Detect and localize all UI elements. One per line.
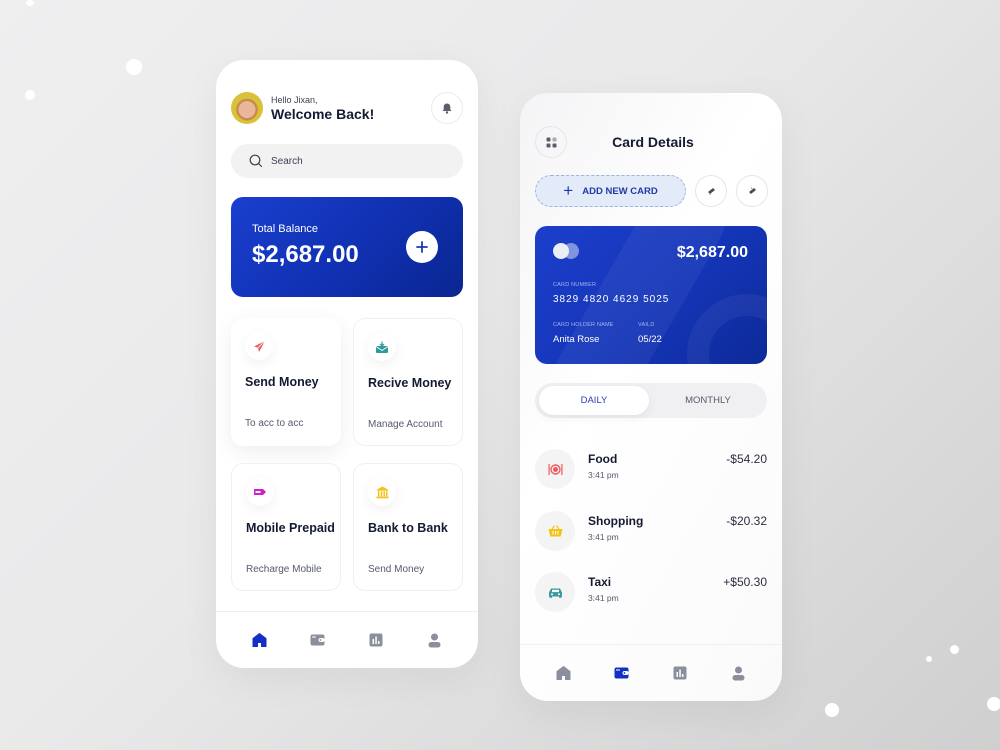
bank-icon (376, 486, 388, 498)
welcome-title: Welcome Back! (271, 106, 375, 122)
card-tag-icon (707, 188, 715, 195)
paper-plane-icon (253, 340, 265, 352)
wallet-icon (310, 634, 325, 646)
transaction-time: 3:41 pm (588, 593, 619, 603)
background-dot (926, 656, 932, 662)
background-dot (25, 90, 35, 100)
total-balance-card: Total Balance $2,687.00 (231, 197, 463, 297)
nav-stats[interactable] (665, 658, 695, 688)
card-details-screen: Card Details + ADD NEW CARD $2,687.00 CA… (520, 93, 782, 701)
food-plate-icon (548, 463, 562, 475)
transaction-row[interactable]: Taxi 3:41 pm +$50.30 (535, 572, 767, 616)
profile-icon (732, 666, 745, 680)
transaction-time: 3:41 pm (588, 532, 619, 542)
tile-title: Bank to Bank (368, 521, 448, 535)
background-dot (126, 59, 142, 75)
transaction-name: Shopping (588, 514, 644, 528)
wallet-icon (614, 667, 629, 679)
mobile-prepaid-tile[interactable]: Mobile Prepaid Recharge Mobile (231, 463, 341, 591)
add-new-card-button[interactable]: + ADD NEW CARD (535, 175, 686, 207)
tab-monthly[interactable]: MONTHLY (653, 386, 763, 415)
background-dot (987, 697, 1000, 711)
card-valid-date: 05/22 (638, 334, 662, 345)
home-icon (556, 666, 571, 680)
nav-profile[interactable] (724, 658, 754, 688)
prepaid-card-icon (254, 489, 266, 495)
background-dot (950, 645, 959, 654)
taxi-car-icon (548, 588, 562, 598)
add-card-label: ADD NEW CARD (582, 185, 658, 197)
card-holder-name: Anita Rose (553, 334, 600, 345)
receive-money-tile[interactable]: Recive Money Manage Account (353, 318, 463, 446)
notifications-button[interactable] (431, 92, 463, 124)
background-dot (26, 0, 34, 6)
transaction-name: Food (588, 452, 618, 466)
transaction-row[interactable]: Shopping 3:41 pm -$20.32 (535, 511, 767, 555)
search-placeholder: Search (271, 155, 303, 167)
tile-subtitle: Recharge Mobile (246, 564, 322, 575)
transaction-amount: -$54.20 (726, 452, 767, 466)
nav-home[interactable] (244, 625, 274, 655)
nav-home[interactable] (548, 658, 578, 688)
bottom-nav (520, 644, 782, 701)
card-option-button[interactable] (695, 175, 727, 207)
card-valid-label: VAILD (638, 322, 655, 328)
plus-icon: + (563, 181, 574, 200)
avatar[interactable] (231, 92, 263, 124)
plus-icon (416, 241, 428, 253)
search-icon (249, 154, 263, 168)
bar-chart-icon (673, 666, 687, 680)
tab-daily[interactable]: DAILY (539, 386, 649, 415)
tile-title: Mobile Prepaid (246, 521, 335, 535)
transaction-amount: +$50.30 (723, 575, 767, 589)
home-screen: Hello Jixan, Welcome Back! Search Total … (216, 60, 478, 668)
nav-wallet[interactable] (607, 658, 637, 688)
card-number: 3829 4820 4629 5025 (553, 294, 670, 305)
bell-icon (442, 103, 452, 114)
profile-icon (428, 633, 441, 647)
tile-subtitle: Manage Account (368, 419, 443, 430)
nav-stats[interactable] (361, 625, 391, 655)
nav-profile[interactable] (420, 625, 450, 655)
bar-chart-icon (369, 633, 383, 647)
card-number-label: CARD NUMBER (553, 282, 597, 288)
nav-wallet[interactable] (303, 625, 333, 655)
credit-card[interactable]: $2,687.00 CARD NUMBER 3829 4820 4629 502… (535, 226, 767, 364)
transaction-row[interactable]: Food 3:41 pm -$54.20 (535, 449, 767, 493)
card-tag-icon (748, 187, 756, 194)
transaction-amount: -$20.32 (726, 514, 767, 528)
card-holder-label: CARD HOLDER NAME (553, 322, 614, 328)
search-input[interactable]: Search (231, 144, 463, 178)
home-icon (252, 633, 267, 647)
card-balance: $2,687.00 (676, 244, 748, 261)
tile-title: Recive Money (368, 376, 452, 390)
page-title: Card Details (612, 134, 694, 150)
period-toggle: DAILY MONTHLY (535, 383, 767, 418)
transaction-time: 3:41 pm (588, 470, 619, 480)
card-brand-icon (553, 243, 581, 259)
receive-envelope-icon (375, 341, 389, 353)
greeting-text: Hello Jixan, (271, 95, 318, 105)
card-option-button[interactable] (736, 175, 768, 207)
background-dot (825, 703, 839, 717)
shopping-basket-icon (548, 525, 562, 537)
transaction-name: Taxi (588, 575, 612, 589)
tile-subtitle: To acc to acc (245, 418, 304, 429)
bank-to-bank-tile[interactable]: Bank to Bank Send Money (353, 463, 463, 591)
balance-label: Total Balance (252, 223, 319, 235)
bottom-nav (216, 611, 478, 668)
tile-subtitle: Send Money (368, 564, 425, 575)
tile-title: Send Money (245, 375, 319, 389)
send-money-tile[interactable]: Send Money To acc to acc (231, 318, 341, 446)
add-funds-button[interactable] (406, 231, 438, 263)
balance-value: $2,687.00 (252, 241, 359, 268)
